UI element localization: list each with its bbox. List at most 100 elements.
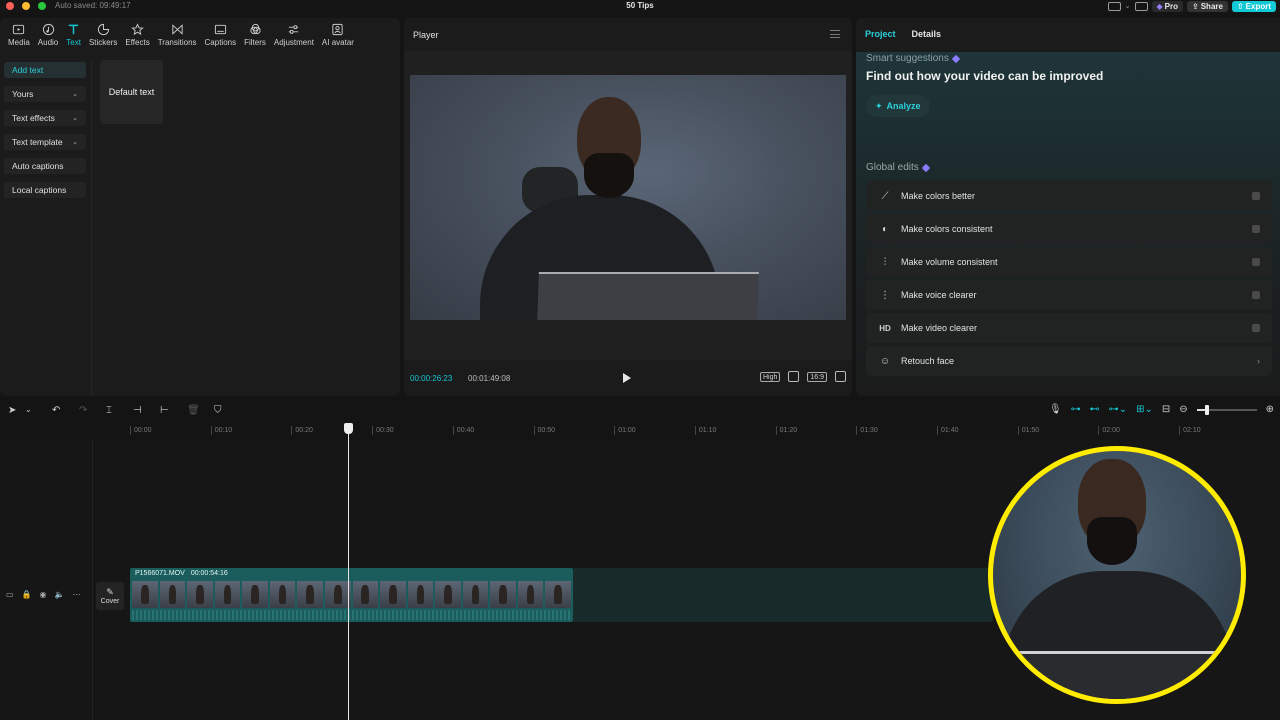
tool-text[interactable]: Text: [62, 18, 85, 52]
chevron-down-icon: ⌄: [72, 115, 78, 122]
nav-add-text[interactable]: Add text: [4, 62, 86, 78]
nav-text-effects[interactable]: Text effects ⌄: [4, 110, 86, 126]
edit-make-volume-consistent[interactable]: ⫶ Make volume consistent: [866, 247, 1272, 277]
lock-icon[interactable]: 🔒: [22, 590, 32, 599]
share-button[interactable]: ⇪ Share: [1187, 0, 1228, 12]
trim-left-icon[interactable]: ⊣: [133, 405, 142, 416]
tool-filters[interactable]: Filters: [240, 18, 270, 52]
ruler-tick: 01:20: [775, 426, 797, 435]
pro-button[interactable]: ◆ Pro: [1151, 0, 1184, 12]
track-controls: ▭ 🔒 ◉ 🔈 ⋯: [6, 590, 80, 599]
ruler-tick: 00:20: [291, 426, 313, 435]
edit-retouch-face[interactable]: ☺ Retouch face ›: [866, 346, 1272, 376]
zoom-slider[interactable]: [1196, 404, 1257, 415]
edit-toggle[interactable]: [1252, 258, 1260, 266]
play-icon[interactable]: [623, 373, 631, 383]
default-text-tile[interactable]: Default text: [100, 60, 163, 124]
select-pointer-icon[interactable]: ➤: [8, 405, 16, 416]
global-edits-title: Global edits: [866, 162, 931, 173]
display-settings-icon[interactable]: ⊟: [1162, 404, 1170, 415]
nav-yours[interactable]: Yours ⌄: [4, 86, 86, 102]
chevron-down-icon[interactable]: ⌄: [25, 405, 32, 414]
tool-adjustment[interactable]: Adjustment: [270, 18, 318, 52]
edit-toggle[interactable]: [1252, 291, 1260, 299]
video-preview[interactable]: [410, 75, 846, 320]
ruler-tick: 00:00: [130, 426, 152, 435]
more-icon[interactable]: ⋯: [72, 590, 80, 599]
audio-icon: [42, 23, 54, 36]
link-main-track-icon[interactable]: ⊶: [1071, 404, 1081, 415]
fullscreen-icon[interactable]: [835, 371, 846, 382]
title-bar: Auto saved: 09:49:17 50 Tips ⌄ ◆ Pro ⇪ Sha…: [0, 0, 1280, 12]
tab-project[interactable]: Project: [865, 29, 896, 39]
color-match-icon: ◐: [881, 223, 889, 235]
ruler-tick: 00:10: [210, 426, 232, 435]
snapshot-icon[interactable]: [788, 371, 800, 382]
shortcuts-icon[interactable]: [1134, 1, 1148, 11]
export-button[interactable]: ⇧ Export: [1231, 0, 1276, 12]
edit-make-colors-better[interactable]: ⟋ Make colors better: [866, 181, 1272, 211]
layout-icon[interactable]: [1107, 1, 1121, 11]
timeline-ruler[interactable]: 00:00 00:10 00:20 00:30 00:40 00:50 01:00 01:10…: [130, 424, 1280, 438]
tool-ai-avatar[interactable]: AI avatar: [318, 18, 358, 52]
edit-make-colors-consistent[interactable]: ◐ Make colors consistent: [866, 214, 1272, 244]
cover-button[interactable]: ✎ Cover: [96, 582, 124, 610]
zoom-in-icon[interactable]: ⊕: [1266, 404, 1274, 415]
tool-media[interactable]: Media: [4, 18, 34, 52]
zoom-out-icon[interactable]: ⊖: [1179, 404, 1187, 415]
sliders-icon: ⫶: [883, 256, 887, 268]
gem-icon: [951, 54, 961, 63]
clip-name: P1566071.MOV: [135, 570, 185, 577]
video-clip[interactable]: P1566071.MOV 00:00:54:16: [130, 568, 573, 622]
playhead-handle[interactable]: [344, 423, 353, 434]
delete-icon[interactable]: 🗑: [187, 405, 200, 416]
marker-icon[interactable]: ⛉: [214, 405, 222, 416]
webcam-overlay: [988, 446, 1246, 704]
global-edits-list: ⟋ Make colors better ◐ Make colors consist…: [866, 181, 1272, 379]
eye-icon[interactable]: ◉: [40, 590, 47, 599]
text-side-nav: Add text Yours ⌄ Text effects ⌄ Text templ…: [4, 62, 86, 206]
quality-button[interactable]: High: [759, 371, 781, 382]
clip-label: P1566071.MOV 00:00:54:16: [135, 570, 228, 577]
track-thumbnail-icon[interactable]: ▭: [6, 590, 14, 599]
edit-make-voice-clearer[interactable]: ⋮ Make voice clearer: [866, 280, 1272, 310]
share-icon: ⇪: [1192, 1, 1199, 11]
microphone-icon[interactable]: 🎙: [1049, 404, 1062, 415]
adjustment-icon: [289, 25, 299, 34]
analyze-button[interactable]: ✦ Analyze: [866, 95, 930, 117]
undo-icon[interactable]: ↶: [52, 405, 60, 416]
layout-chevron-icon[interactable]: ⌄: [1125, 2, 1131, 10]
tool-captions[interactable]: Captions: [201, 18, 241, 52]
split-icon[interactable]: ⌶: [106, 405, 112, 416]
chevron-down-icon: ⌄: [72, 139, 78, 146]
trim-right-icon[interactable]: ⊢: [160, 405, 169, 416]
tool-transitions[interactable]: Transitions: [154, 18, 201, 52]
avatar-icon: [332, 23, 344, 36]
nav-text-template[interactable]: Text template ⌄: [4, 134, 86, 150]
timeline-right-controls: 🎙 ⊶ ⊷ ⊶⌄ ⊞⌄ ⊟ ⊖ ⊕: [1049, 404, 1274, 415]
redo-icon[interactable]: ↷: [79, 405, 87, 416]
menu-icon[interactable]: [830, 30, 840, 38]
edit-toggle[interactable]: [1252, 225, 1260, 233]
ruler-tick: 01:30: [856, 426, 878, 435]
ratio-button[interactable]: 16:9: [807, 371, 827, 382]
ruler-tick: 01:10: [694, 426, 716, 435]
nav-auto-captions[interactable]: Auto captions: [4, 158, 86, 174]
edit-make-video-clearer[interactable]: HD Make video clearer: [866, 313, 1272, 343]
tool-stickers[interactable]: Stickers: [85, 18, 121, 52]
magnet-snap-icon[interactable]: ⊷: [1090, 404, 1100, 415]
speaker-icon[interactable]: 🔈: [55, 590, 65, 599]
tool-effects[interactable]: Effects: [121, 18, 153, 52]
edit-toggle[interactable]: [1252, 192, 1260, 200]
playhead[interactable]: [348, 430, 349, 720]
tab-details[interactable]: Details: [912, 29, 942, 39]
zoom-thumb[interactable]: [1204, 404, 1209, 415]
magic-wand-icon: ⟋: [881, 190, 889, 202]
preview-axis-icon[interactable]: ⊞⌄: [1136, 404, 1153, 415]
tool-audio[interactable]: Audio: [34, 18, 62, 52]
properties-panel: Project Details Smart suggestions Find o…: [856, 18, 1280, 396]
captions-icon: [214, 24, 226, 35]
nav-local-captions[interactable]: Local captions: [4, 182, 86, 198]
linkage-icon[interactable]: ⊶⌄: [1109, 404, 1127, 415]
edit-toggle[interactable]: [1252, 324, 1260, 332]
